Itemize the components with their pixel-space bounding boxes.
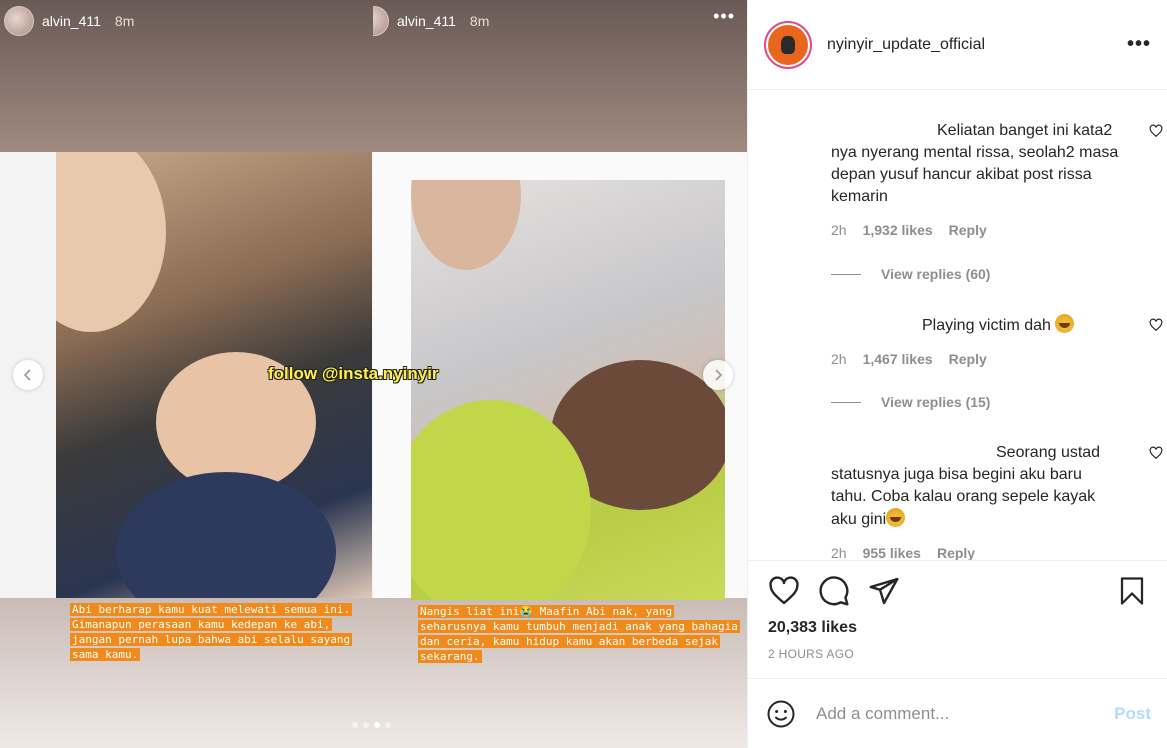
view-replies-button[interactable]: View replies (60) [831, 266, 990, 282]
carousel-dot [352, 722, 358, 728]
view-replies-button[interactable]: View replies (15) [831, 394, 990, 410]
add-comment-bar: Post [748, 678, 1167, 748]
share-icon[interactable] [868, 575, 900, 607]
like-heart-icon[interactable] [768, 575, 800, 607]
reply-button[interactable]: Reply [949, 222, 987, 238]
laughing-emoji-icon [886, 508, 906, 527]
post-media[interactable]: alvin_411 8m Abi berharap kamu kuat mele… [0, 0, 747, 748]
reply-button[interactable]: Reply [949, 351, 987, 367]
comment-likes[interactable]: 1,932 likes [863, 222, 933, 238]
likes-count[interactable]: 20,383 likes [768, 619, 1147, 637]
carousel-dot [363, 722, 369, 728]
comment-time: 2h [831, 351, 847, 367]
comment-text: Playing victim dah [831, 314, 1121, 337]
comment-likes[interactable]: 955 likes [863, 545, 921, 560]
comment-likes[interactable]: 1,467 likes [863, 351, 933, 367]
post-actions: 20,383 likes 2 HOURS AGO [748, 560, 1167, 678]
avatar[interactable] [764, 20, 812, 69]
comments-list[interactable]: Keliatan banget ini kata2 nya nyerang me… [748, 90, 1167, 560]
story-user: alvin_411 8m [4, 6, 134, 36]
post-header: nyinyir_update_official ••• [748, 0, 1167, 90]
comment-time: 2h [831, 222, 847, 238]
more-options-icon[interactable]: ••• [1127, 33, 1151, 56]
post-username[interactable]: nyinyir_update_official [827, 36, 985, 54]
story-time: 8m [469, 13, 490, 29]
bookmark-icon[interactable] [1117, 575, 1147, 607]
reply-button[interactable]: Reply [937, 545, 975, 560]
story-caption: Nangis liat ini😭 Maafin Abi nak, yang se… [418, 605, 740, 663]
post-timestamp[interactable]: 2 HOURS AGO [768, 647, 1147, 661]
laughing-emoji-icon [1055, 314, 1075, 333]
story-username: alvin_411 [397, 13, 456, 29]
story-more-icon[interactable]: ••• [713, 6, 735, 27]
carousel-dot [385, 722, 391, 728]
post-comment-button[interactable]: Post [1114, 704, 1151, 724]
action-icons [768, 575, 1147, 607]
comment-text: Keliatan banget ini kata2 nya nyerang me… [831, 122, 1119, 205]
avatar [373, 6, 389, 36]
carousel-dot-active [374, 722, 380, 728]
comment: Seorang ustad statusnya juga bisa begini… [831, 442, 1163, 560]
chevron-left-icon[interactable] [13, 360, 43, 390]
comment: Keliatan banget ini kata2 nya nyerang me… [831, 120, 1163, 238]
comment-time: 2h [831, 545, 847, 560]
avatar [4, 6, 34, 36]
story-video-right [411, 180, 725, 600]
story-time: 8m [114, 13, 135, 29]
comment-input[interactable] [816, 703, 1115, 724]
heart-icon[interactable] [1149, 318, 1163, 332]
watermark-text: follow @insta.nyinyir [268, 364, 439, 383]
carousel-dots [352, 722, 391, 728]
chevron-right-icon[interactable] [703, 360, 733, 390]
post-side-panel: nyinyir_update_official ••• Keliatan ban… [747, 0, 1167, 748]
emoji-smile-icon[interactable] [766, 699, 796, 729]
comment-text: Seorang ustad statusnya juga bisa begini… [831, 444, 1101, 528]
story-username: alvin_411 [42, 13, 101, 29]
story-caption: Abi berharap kamu kuat melewati semua in… [70, 603, 353, 661]
heart-icon[interactable] [1149, 124, 1163, 138]
heart-icon[interactable] [1149, 446, 1163, 460]
story-user: alvin_411 8m [373, 6, 489, 36]
comment: Playing victim dah 2h 1,467 likes Reply [831, 314, 1163, 367]
comment-meta: 2h 955 likes Reply [831, 545, 1121, 560]
comment-icon[interactable] [818, 575, 850, 607]
comment-meta: 2h 1,467 likes Reply [831, 351, 1121, 367]
comment-meta: 2h 1,932 likes Reply [831, 222, 1121, 238]
